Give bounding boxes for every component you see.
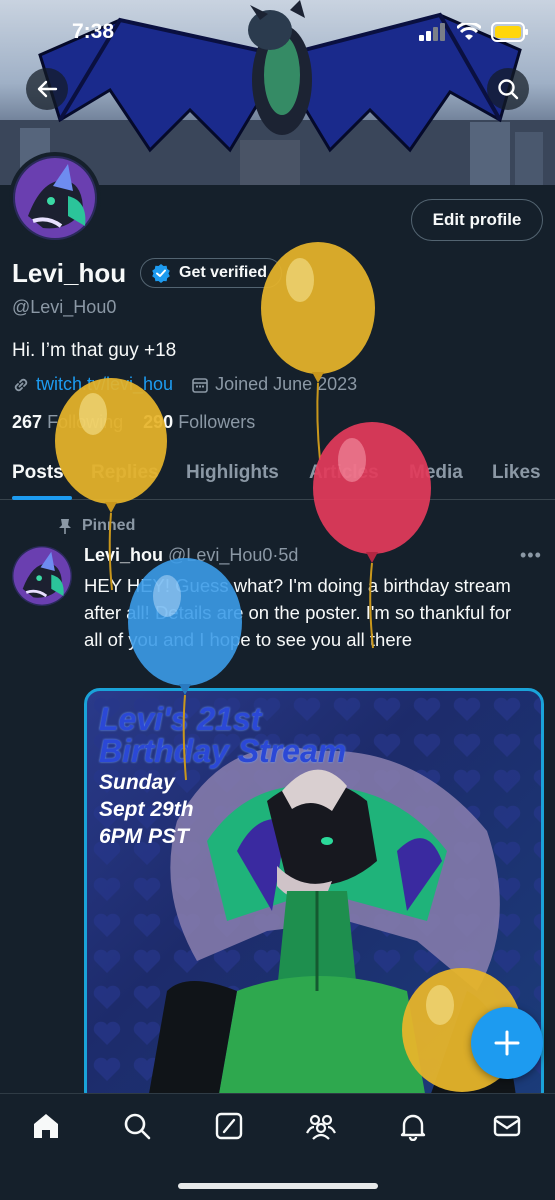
pinned-label: Pinned	[82, 517, 136, 534]
poster-day: Sunday	[99, 771, 175, 794]
post-text: HEY HEY! Guess what? I'm doing a birthda…	[84, 575, 512, 650]
get-verified-label: Get verified	[179, 264, 268, 281]
post-header: Levi_hou @Levi_Hou0·5d	[84, 545, 298, 566]
compose-post-button[interactable]	[471, 1007, 543, 1079]
followers-count: 290	[143, 412, 174, 432]
home-indicator[interactable]	[178, 1183, 378, 1189]
status-icons	[419, 22, 529, 42]
nav-search[interactable]	[121, 1110, 153, 1142]
back-button[interactable]	[26, 68, 68, 110]
search-button[interactable]	[487, 68, 529, 110]
joined-date: Joined June 2023	[215, 374, 358, 394]
following-link[interactable]: 267 Following	[12, 412, 123, 432]
edit-profile-button[interactable]: Edit profile	[411, 199, 543, 241]
tab-likes[interactable]: Likes	[492, 462, 541, 484]
search-icon	[124, 1113, 151, 1140]
tab-articles[interactable]: Articles	[309, 462, 379, 484]
dragon-avatar-art	[12, 546, 72, 606]
verified-badge-icon	[152, 264, 170, 283]
wifi-icon	[457, 23, 481, 40]
profile-avatar[interactable]	[9, 152, 101, 244]
post-author-avatar[interactable]	[12, 546, 72, 606]
poster-title-line-2: Birthday Stream	[99, 733, 347, 769]
profile-tabs: Posts Replies Highlights Articles Media …	[0, 448, 555, 500]
dragon-avatar-art	[13, 156, 97, 240]
battery-icon	[491, 22, 528, 42]
nav-notifications[interactable]	[397, 1110, 429, 1142]
grok-icon	[215, 1112, 243, 1140]
post-author-name[interactable]: Levi_hou	[84, 545, 163, 565]
profile-bio: Hi. I’m that guy +18	[12, 340, 177, 361]
poster-title: Levi's 21st Birthday Stream	[99, 703, 346, 767]
poster-time: 6PM PST	[99, 825, 189, 848]
post-age: 5d	[278, 545, 299, 565]
followers-label: Followers	[178, 412, 256, 432]
tab-posts[interactable]: Posts	[12, 462, 64, 484]
more-icon: •••	[520, 545, 542, 565]
messages-icon	[493, 1115, 521, 1137]
follow-stats: 267 Following 290 Followers	[12, 412, 255, 433]
link-icon	[14, 378, 28, 391]
poster-title-line-1: Levi's 21st	[99, 701, 262, 737]
tab-highlights[interactable]: Highlights	[186, 462, 279, 484]
nav-home[interactable]	[30, 1110, 62, 1142]
home-icon	[34, 1114, 58, 1138]
following-label: Following	[47, 412, 124, 432]
cellular-signal-icon	[419, 23, 445, 41]
arrow-left-icon	[37, 80, 58, 98]
communities-icon	[306, 1114, 336, 1140]
search-icon	[498, 79, 519, 100]
status-time: 7:38	[72, 20, 115, 43]
profile-link[interactable]: twitch.tv/levi_hou	[36, 374, 173, 395]
poster-details: Sunday Sept 29th 6PM PST	[99, 769, 194, 850]
display-name: Levi_hou	[12, 258, 127, 288]
plus-icon	[494, 1030, 520, 1056]
status-bar: 7:38	[0, 0, 555, 64]
calendar-icon	[192, 377, 208, 393]
profile-handle: @Levi_Hou0	[12, 297, 117, 317]
following-count: 267	[12, 412, 43, 432]
notifications-icon	[400, 1114, 426, 1141]
profile-meta: twitch.tv/levi_hou Joined June 2023	[12, 374, 357, 395]
nav-messages[interactable]	[491, 1110, 523, 1142]
nav-grok[interactable]	[213, 1110, 245, 1142]
tab-media[interactable]: Media	[409, 462, 463, 484]
followers-link[interactable]: 290 Followers	[143, 412, 255, 432]
post-author-handle[interactable]: @Levi_Hou0	[168, 545, 272, 565]
active-tab-indicator	[12, 496, 72, 500]
get-verified-button[interactable]: Get verified	[140, 258, 283, 288]
post-more-button[interactable]: •••	[520, 545, 542, 566]
pin-icon	[59, 519, 71, 534]
poster-date: Sept 29th	[99, 798, 194, 821]
tab-replies[interactable]: Replies	[91, 462, 159, 484]
pinned-indicator: Pinned	[58, 517, 135, 535]
nav-communities[interactable]	[305, 1110, 337, 1142]
